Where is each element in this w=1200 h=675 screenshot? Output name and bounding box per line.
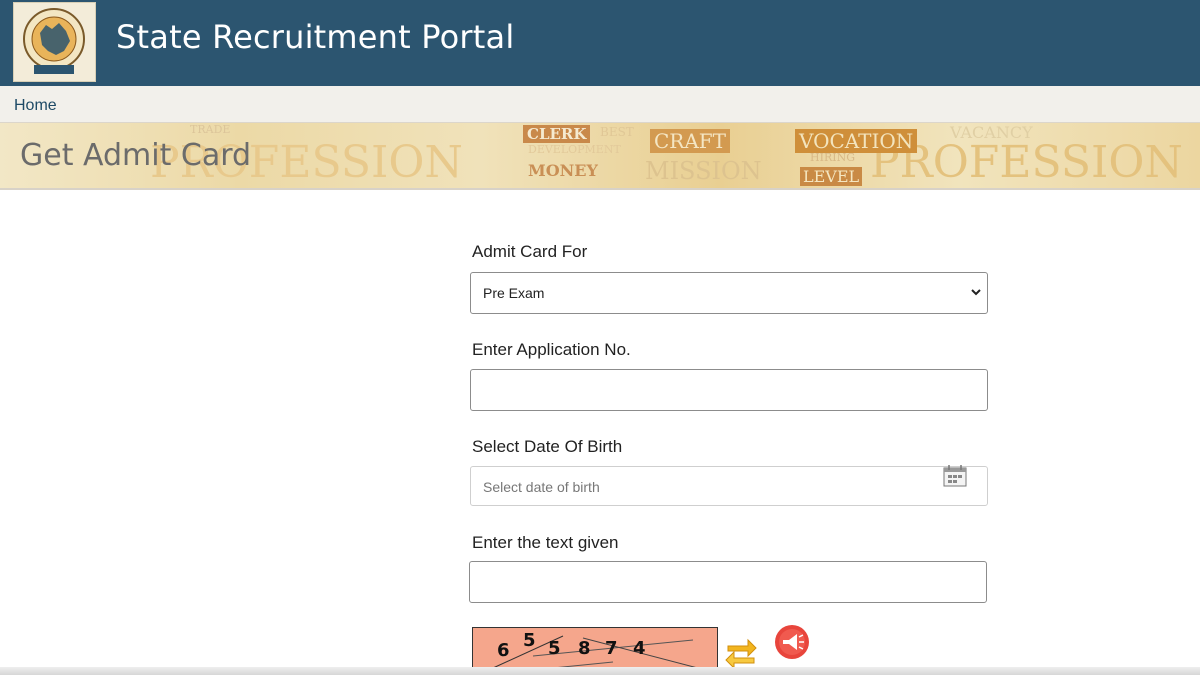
admit-card-for-select[interactable]: Pre Exam — [470, 272, 988, 314]
date-of-birth-input[interactable]: Select date of birth — [470, 465, 988, 506]
captcha-text-label: Enter the text given — [472, 533, 619, 552]
captcha-char: 5 — [523, 630, 536, 651]
rajasthan-emblem-icon — [23, 8, 85, 74]
page-title: Get Admit Card — [20, 138, 252, 173]
banner-word: CRAFT — [650, 129, 731, 153]
banner-word: MISSION — [645, 157, 762, 185]
captcha-text-input[interactable] — [469, 561, 987, 603]
banner-word: LEVEL — [800, 167, 863, 186]
breadcrumb-home-link[interactable]: Home — [14, 97, 57, 115]
site-logo[interactable] — [13, 2, 96, 82]
banner-word: VOCATION — [795, 129, 918, 153]
banner-word: CLERK — [523, 125, 591, 143]
portal-title: State Recruitment Portal — [116, 18, 515, 56]
calendar-icon[interactable] — [943, 465, 967, 487]
banner-word: MONEY — [528, 161, 598, 180]
captcha-char: 8 — [578, 638, 591, 659]
audio-icon[interactable] — [772, 624, 812, 664]
banner-word: HIRING — [810, 151, 855, 164]
page-bottom-edge — [0, 667, 1200, 675]
page-banner: PROFESSION PROFESSION VOCATION VACANCY C… — [0, 123, 1200, 190]
captcha-char: 4 — [633, 638, 646, 659]
application-no-label: Enter Application No. — [472, 340, 631, 359]
date-of-birth-placeholder: Select date of birth — [483, 479, 600, 495]
chevron-down-icon — [971, 289, 981, 296]
captcha-char: 6 — [497, 640, 510, 661]
banner-word: BEST — [600, 125, 634, 139]
breadcrumb: Home — [0, 86, 1200, 123]
refresh-icon[interactable] — [724, 634, 758, 670]
banner-word: VACANCY — [950, 123, 1033, 142]
date-of-birth-label: Select Date Of Birth — [472, 437, 623, 456]
banner-word: DEVELOPMENT — [528, 143, 621, 156]
banner-word: TRADE — [190, 123, 231, 136]
site-header: State Recruitment Portal — [0, 0, 1200, 86]
captcha-char: 7 — [605, 638, 618, 659]
captcha-char: 5 — [548, 638, 561, 659]
admit-card-for-selected-value: Pre Exam — [483, 285, 545, 301]
admit-card-for-label: Admit Card For — [472, 242, 588, 261]
application-no-input[interactable] — [470, 369, 988, 411]
